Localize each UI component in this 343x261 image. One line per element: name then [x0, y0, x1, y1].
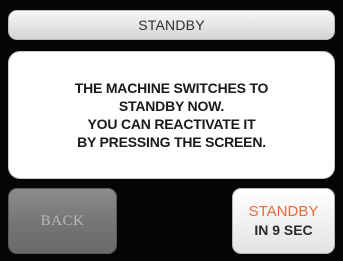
back-button[interactable]: BACK	[8, 188, 117, 254]
message-line: STANDBY NOW.	[118, 98, 225, 114]
message-line: THE MACHINE SWITCHES TO	[74, 80, 269, 96]
page-title: STANDBY	[138, 17, 205, 33]
message-line: YOU CAN REACTIVATE IT	[87, 116, 256, 132]
standby-countdown: IN 9 SEC	[254, 222, 313, 238]
back-button-label: BACK	[40, 212, 85, 229]
standby-now-button[interactable]: STANDBY IN 9 SEC	[232, 188, 335, 254]
title-bar: STANDBY	[8, 10, 335, 40]
standby-screen[interactable]: STANDBY THE MACHINE SWITCHES TO STANDBY …	[0, 0, 343, 261]
message-line: BY PRESSING THE SCREEN.	[77, 134, 266, 150]
message-panel: THE MACHINE SWITCHES TO STANDBY NOW. YOU…	[8, 51, 335, 179]
standby-button-label: STANDBY	[248, 203, 319, 220]
